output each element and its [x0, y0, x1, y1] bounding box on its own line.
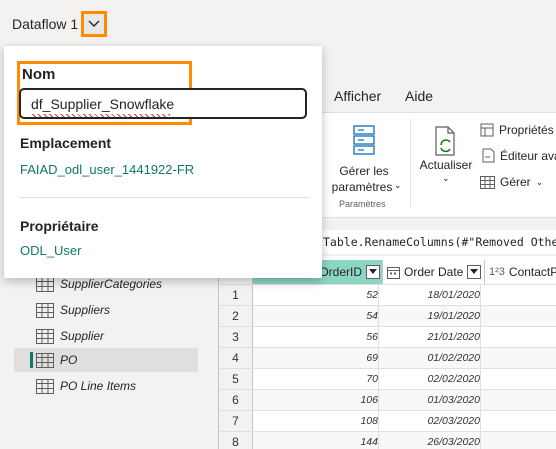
row-number[interactable]: 8: [219, 432, 253, 449]
chevron-down-icon: ⌄: [442, 173, 450, 183]
cell-orderid[interactable]: 56: [253, 327, 379, 348]
title-bar: Dataflow 1: [0, 0, 556, 46]
cell-orderid[interactable]: 52: [253, 285, 379, 306]
chevron-down-icon: [88, 20, 100, 27]
cell-order-date[interactable]: 19/01/2020: [383, 306, 481, 327]
column-filter-button[interactable]: [467, 265, 482, 279]
cell-order-date[interactable]: 01/03/2020: [383, 390, 481, 411]
table-row[interactable]: 7 108 02/03/2020: [219, 410, 556, 432]
triangle-down-icon: [369, 269, 377, 274]
cell-order-date[interactable]: 02/02/2020: [383, 369, 481, 390]
query-item-supplier[interactable]: Supplier: [14, 324, 198, 348]
location-label: Emplacement: [20, 135, 112, 151]
location-link[interactable]: FAIAD_odl_user_1441922-FR: [20, 162, 194, 177]
table-row[interactable]: 6 106 01/03/2020: [219, 389, 556, 411]
row-number[interactable]: 1: [219, 285, 253, 306]
refresh-icon: [435, 126, 455, 156]
dataflow-properties-popup: Nom Emplacement FAIAD_odl_user_1441922-F…: [4, 46, 322, 278]
query-label: SupplierCategories: [60, 277, 163, 291]
cell-orderid[interactable]: 69: [253, 348, 379, 369]
queries-pane: SupplierCategories Suppliers Supplier PO…: [14, 260, 212, 449]
query-label: Supplier: [60, 329, 105, 343]
table-icon: [36, 276, 54, 292]
cell-order-date[interactable]: 02/03/2020: [383, 411, 481, 432]
column-header-label: Order Date: [404, 265, 464, 279]
owner-link[interactable]: ODL_User: [20, 243, 81, 258]
query-item-suppliers[interactable]: Suppliers: [14, 298, 198, 322]
tab-aide[interactable]: Aide: [405, 88, 433, 104]
ribbon: Gérer les paramètres ⌄ Paramètres Actual…: [322, 112, 556, 218]
manage-params-label-1: Gérer les: [339, 164, 389, 178]
cell-order-date[interactable]: 21/01/2020: [383, 327, 481, 348]
calendar-icon: [387, 266, 400, 279]
manage-label: Gérer: [500, 175, 531, 189]
row-number[interactable]: 4: [219, 348, 253, 369]
cell-orderid[interactable]: 144: [253, 432, 379, 449]
properties-label: Propriétés: [499, 123, 554, 137]
ribbon-divider: [410, 119, 411, 207]
chevron-down-icon: ⌄: [535, 176, 544, 187]
row-number[interactable]: 2: [219, 306, 253, 327]
parameters-group-label: Paramètres: [339, 199, 386, 209]
cell-order-date[interactable]: 01/02/2020: [383, 348, 481, 369]
number-type-icon: 1²3: [489, 266, 505, 278]
table-row[interactable]: 2 54 19/01/2020: [219, 305, 556, 327]
tab-afficher[interactable]: Afficher: [334, 88, 381, 104]
column-header-label: ContactPe: [508, 265, 556, 279]
query-item-po-line-items[interactable]: PO Line Items: [14, 374, 198, 398]
column-filter-button[interactable]: [366, 265, 380, 279]
dataflow-title[interactable]: Dataflow 1: [12, 16, 78, 32]
popup-divider: [20, 197, 310, 198]
selected-indicator: [30, 352, 33, 368]
row-number[interactable]: 7: [219, 411, 253, 432]
table-icon: [480, 175, 495, 189]
column-header-label: OrderID: [319, 265, 362, 279]
column-header-order-date[interactable]: Order Date: [383, 260, 485, 284]
row-number[interactable]: 3: [219, 327, 253, 348]
table-icon: [36, 302, 54, 318]
query-label: Suppliers: [60, 303, 111, 317]
table-icon: [36, 378, 54, 394]
query-label: PO: [60, 353, 78, 367]
advanced-editor-button[interactable]: Éditeur ava: [482, 148, 556, 163]
refresh-label: Actualiser: [419, 158, 473, 172]
cell-orderid[interactable]: 106: [253, 390, 379, 411]
query-item-po[interactable]: PO: [14, 348, 198, 372]
table-icon: [36, 352, 54, 368]
editor-icon: [482, 148, 495, 163]
table-icon: [36, 328, 54, 344]
properties-icon: [480, 123, 494, 137]
chevron-down-icon: ⌄: [394, 180, 402, 190]
refresh-button[interactable]: Actualiser ⌄: [414, 117, 478, 197]
query-label: PO Line Items: [60, 379, 137, 393]
cell-order-date[interactable]: 26/03/2020: [383, 432, 481, 449]
title-dropdown-button[interactable]: [81, 11, 107, 37]
spellcheck-underline: [32, 114, 170, 117]
column-header-contactperson[interactable]: 1²3 ContactPe: [485, 260, 556, 284]
advanced-editor-label: Éditeur ava: [500, 148, 556, 163]
table-row[interactable]: 1 52 18/01/2020: [219, 284, 556, 306]
data-grid: OrderID Order Date 1²3 ContactPe 15218/0…: [218, 256, 556, 449]
manage-params-label-2: paramètres: [331, 180, 393, 194]
table-row[interactable]: 5 70 02/02/2020: [219, 368, 556, 390]
row-number[interactable]: 6: [219, 390, 253, 411]
owner-label: Propriétaire: [20, 218, 99, 234]
cell-orderid[interactable]: 108: [253, 411, 379, 432]
name-label: Nom: [22, 66, 56, 83]
triangle-down-icon: [470, 269, 479, 274]
table-row[interactable]: 8 144 26/03/2020: [219, 431, 556, 449]
cell-orderid[interactable]: 54: [253, 306, 379, 327]
cell-order-date[interactable]: 18/01/2020: [383, 285, 481, 306]
formula-bar[interactable]: Table.RenameColumns(#"Removed Other: [322, 230, 556, 254]
manage-button[interactable]: Gérer ⌄: [480, 175, 543, 189]
parameters-icon: [353, 125, 375, 155]
table-row[interactable]: 4 69 01/02/2020: [219, 347, 556, 369]
cell-orderid[interactable]: 70: [253, 369, 379, 390]
manage-parameters-button[interactable]: Gérer les paramètres ⌄: [328, 117, 402, 197]
properties-button[interactable]: Propriétés: [480, 123, 554, 137]
row-number[interactable]: 5: [219, 369, 253, 390]
table-row[interactable]: 3 56 21/01/2020: [219, 326, 556, 348]
